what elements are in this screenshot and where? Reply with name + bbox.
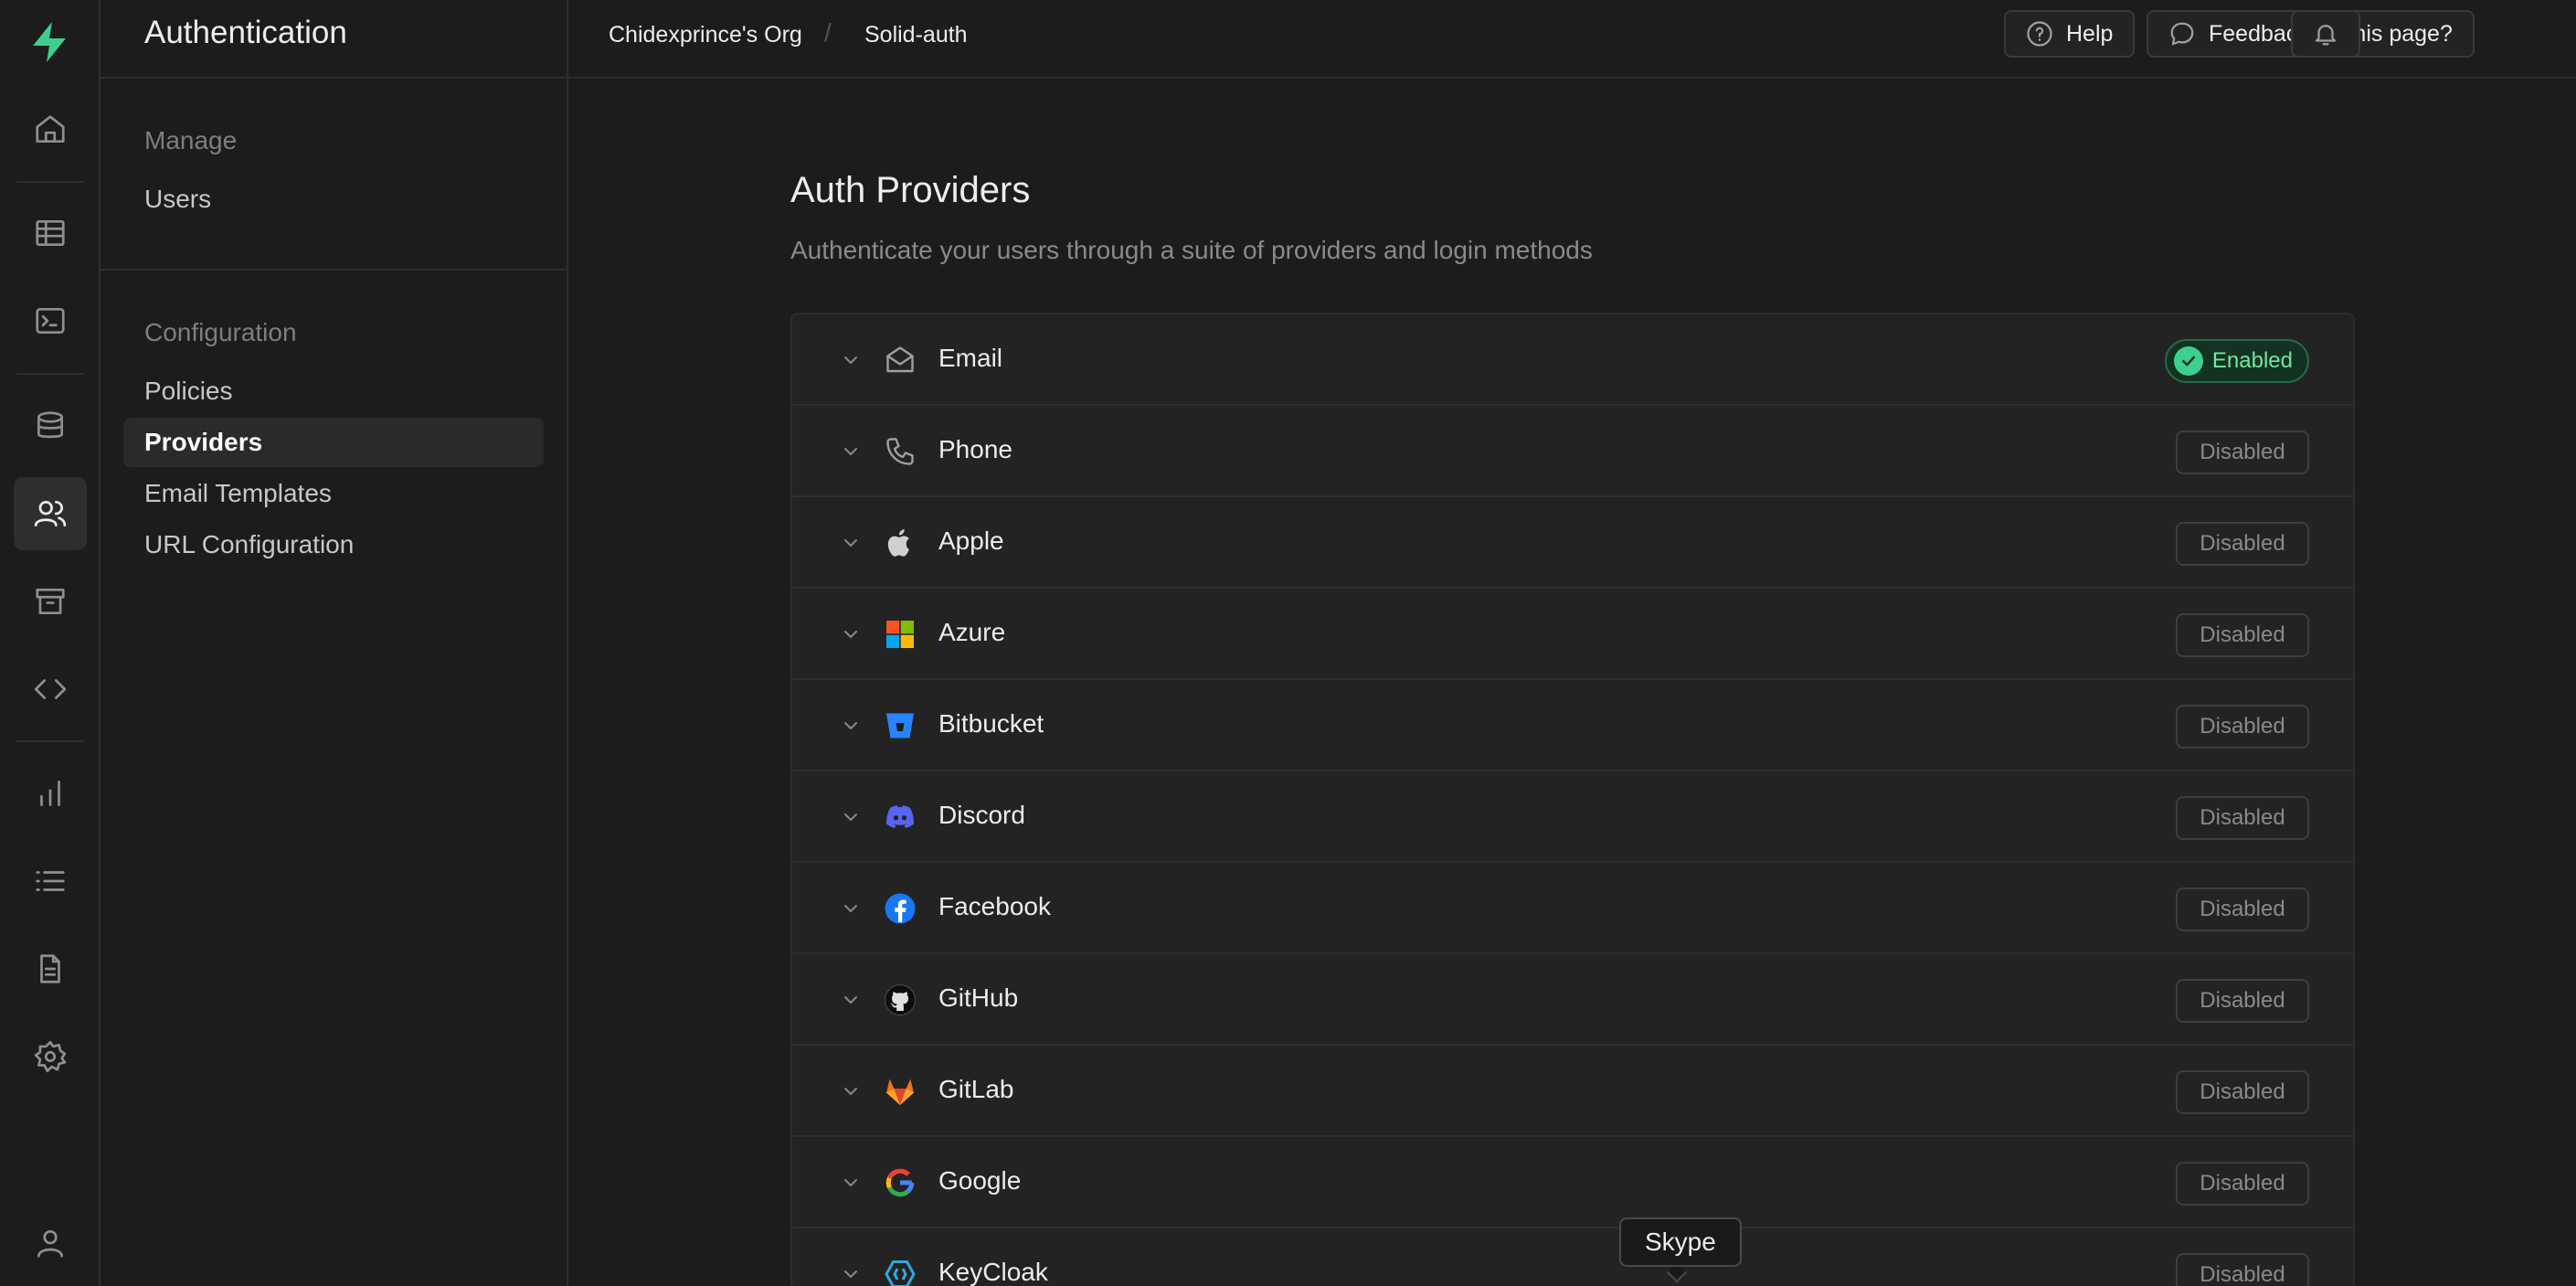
chevron-down-icon[interactable]: [840, 898, 862, 919]
status-badge: Disabled: [2176, 1162, 2309, 1206]
page-title: Auth Providers: [790, 170, 1031, 210]
sidebar-title: Authentication: [144, 15, 347, 50]
sidebar-item-policies[interactable]: Policies: [123, 367, 544, 416]
apple-icon: [884, 526, 917, 559]
provider-row-discord[interactable]: Discord Disabled: [792, 771, 2353, 863]
provider-row-bitbucket[interactable]: Bitbucket Disabled: [792, 680, 2353, 771]
provider-tooltip: Skype: [1619, 1217, 1742, 1267]
provider-name: Bitbucket: [938, 709, 1044, 738]
provider-row-keycloak[interactable]: KeyCloak Disabled: [792, 1228, 2353, 1286]
status-badge: Disabled: [2176, 887, 2309, 931]
notifications-button[interactable]: [2291, 10, 2360, 58]
provider-row-azure[interactable]: Azure Disabled: [792, 589, 2353, 680]
github-icon: [884, 983, 917, 1016]
facebook-icon: [884, 892, 917, 925]
provider-name: GitLab: [938, 1075, 1014, 1103]
bitbucket-icon: [884, 709, 917, 742]
sidebar-item-providers[interactable]: Providers: [123, 418, 544, 467]
provider-name: Azure: [938, 618, 1006, 646]
discord-icon: [884, 801, 917, 834]
provider-name: Phone: [938, 435, 1012, 463]
provider-name: GitHub: [938, 983, 1019, 1012]
provider-name: Google: [938, 1166, 1022, 1195]
chevron-down-icon[interactable]: [840, 623, 862, 645]
supabase-logo-icon[interactable]: [27, 20, 71, 64]
provider-row-apple[interactable]: Apple Disabled: [792, 497, 2353, 589]
sidebar-group-manage: Manage: [144, 126, 238, 154]
status-badge: Disabled: [2176, 1253, 2309, 1286]
provider-name: Facebook: [938, 892, 1051, 920]
status-badge: Disabled: [2176, 613, 2309, 657]
chevron-down-icon[interactable]: [840, 715, 862, 737]
help-button[interactable]: Help: [2004, 10, 2136, 58]
provider-row-phone[interactable]: Phone Disabled: [792, 406, 2353, 497]
gitlab-icon: [884, 1075, 917, 1108]
edge-functions-icon[interactable]: [14, 653, 87, 726]
phone-icon: [884, 435, 917, 468]
logs-icon[interactable]: [14, 845, 87, 918]
help-icon: [2027, 21, 2052, 47]
sql-editor-icon[interactable]: [14, 284, 87, 357]
reports-icon[interactable]: [14, 757, 87, 830]
home-icon[interactable]: [14, 93, 87, 166]
status-badge: Enabled: [2164, 339, 2309, 383]
keycloak-icon: [884, 1258, 917, 1286]
chevron-down-icon[interactable]: [840, 989, 862, 1011]
chevron-down-icon[interactable]: [840, 441, 862, 462]
help-label: Help: [2066, 20, 2114, 47]
provider-row-google[interactable]: Google Disabled: [792, 1137, 2353, 1228]
check-icon: [2173, 346, 2203, 376]
azure-icon: [884, 618, 917, 651]
provider-name: Email: [938, 344, 1003, 372]
provider-name: Discord: [938, 801, 1025, 829]
breadcrumb-org[interactable]: Chidexprince's Org: [609, 22, 802, 48]
sidebar-item-email-templates[interactable]: Email Templates: [123, 469, 544, 518]
provider-row-gitlab[interactable]: GitLab Disabled: [792, 1046, 2353, 1137]
status-label: Enabled: [2211, 348, 2293, 373]
chat-icon: [2170, 22, 2194, 46]
page-subtitle: Authenticate your users through a suite …: [790, 236, 1593, 264]
google-icon: [884, 1166, 917, 1199]
auth-users-icon[interactable]: [14, 477, 87, 550]
chevron-down-icon[interactable]: [840, 349, 862, 371]
sidebar-group-configuration: Configuration: [144, 318, 297, 346]
provider-row-github[interactable]: GitHub Disabled: [792, 954, 2353, 1046]
status-badge: Disabled: [2176, 522, 2309, 566]
bell-icon: [2315, 25, 2337, 46]
top-bar: Chidexprince's Org / Solid-auth Help Fee…: [568, 0, 2576, 79]
status-badge: Disabled: [2176, 796, 2309, 840]
user-icon[interactable]: [14, 1206, 87, 1280]
breadcrumb-project[interactable]: Solid-auth: [864, 22, 968, 48]
database-icon[interactable]: [14, 389, 87, 462]
provider-name: Apple: [938, 526, 1004, 555]
chevron-down-icon[interactable]: [840, 1080, 862, 1102]
chevron-down-icon[interactable]: [840, 532, 862, 554]
api-docs-icon[interactable]: [14, 932, 87, 1005]
table-editor-icon[interactable]: [14, 197, 87, 270]
sidebar-item-users[interactable]: Users: [123, 175, 544, 224]
provider-row-facebook[interactable]: Facebook Disabled: [792, 863, 2353, 954]
email-icon: [884, 344, 917, 377]
icon-rail: [0, 0, 101, 1286]
storage-icon[interactable]: [14, 565, 87, 638]
provider-row-email[interactable]: Email Enabled: [792, 314, 2353, 406]
status-badge: Disabled: [2176, 430, 2309, 474]
status-badge: Disabled: [2176, 705, 2309, 749]
chevron-down-icon[interactable]: [840, 1172, 862, 1194]
providers-list: Email Enabled Phone Disabled Apple Disab…: [790, 313, 2355, 1286]
provider-name: KeyCloak: [938, 1258, 1048, 1286]
settings-icon[interactable]: [14, 1020, 87, 1093]
status-badge: Disabled: [2176, 1070, 2309, 1114]
chevron-down-icon[interactable]: [840, 1263, 862, 1285]
chevron-down-icon[interactable]: [840, 806, 862, 828]
auth-sidebar: Authentication Manage Users Configuratio…: [101, 0, 568, 1286]
sidebar-item-url-configuration[interactable]: URL Configuration: [123, 520, 544, 569]
breadcrumb-separator: /: [824, 18, 832, 47]
status-badge: Disabled: [2176, 979, 2309, 1023]
